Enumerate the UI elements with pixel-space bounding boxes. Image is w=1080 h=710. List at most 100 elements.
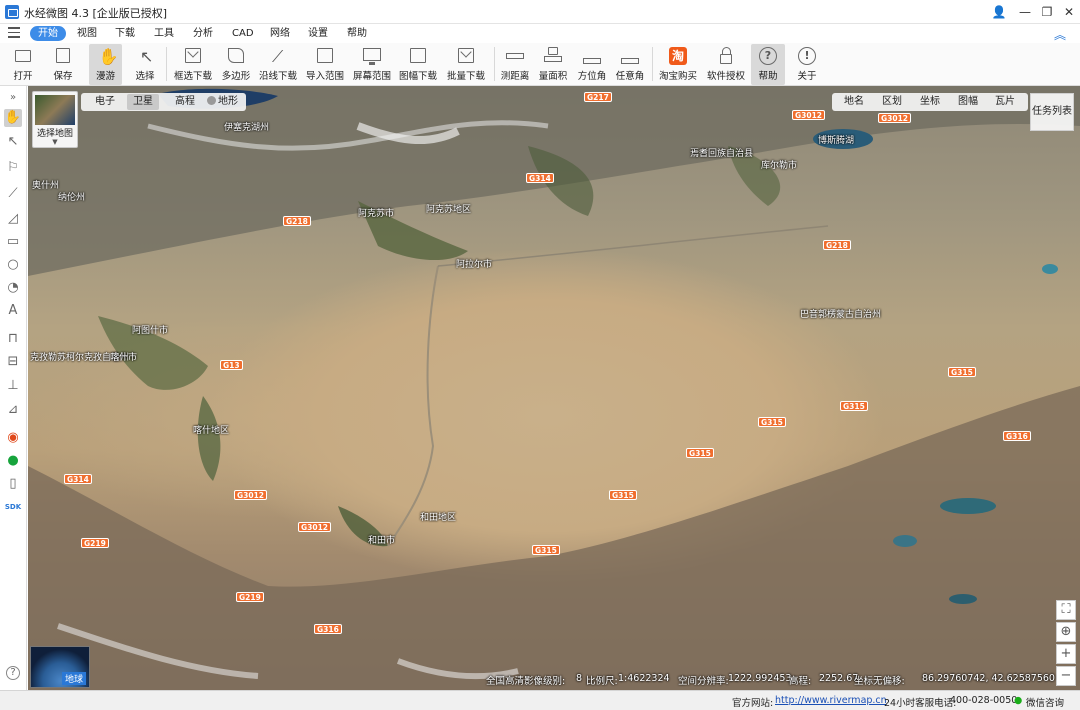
map-type-satellite[interactable]: 卫星	[127, 94, 159, 110]
resolution-label: 空间分辨率:	[678, 676, 729, 687]
ribbon-separator	[166, 47, 167, 81]
place-label: 奥什州	[32, 181, 60, 191]
polygon-download-button[interactable]: 多边形	[220, 44, 252, 85]
circle-tool-icon[interactable]: ○	[4, 256, 22, 274]
zoom-out-icon[interactable]: −	[1056, 666, 1076, 686]
map-canvas[interactable]: 伊塞克湖州 阿克苏市 阿克苏地区 阿拉尔市 阿图什市 克孜勒苏柯尔克孜自治州 喀…	[28, 86, 1080, 690]
sheet-download-label: 图幅下载	[398, 71, 437, 82]
mobile-icon[interactable]: ▯	[4, 475, 22, 493]
roam-button[interactable]: ✋ 漫游	[89, 44, 122, 85]
menu-network[interactable]: 网络	[262, 26, 298, 41]
about-button[interactable]: ! 关于	[792, 44, 822, 85]
rectangle-tool-icon[interactable]: ▭	[4, 233, 22, 251]
measure-tool-icon[interactable]: ⊓	[4, 330, 22, 348]
zoom-in-icon[interactable]: +	[1056, 644, 1076, 664]
hand-tool-icon[interactable]: ✋	[4, 109, 22, 127]
close-icon[interactable]: ✕	[1058, 2, 1080, 22]
any-angle-label: 任意角	[615, 71, 645, 82]
save-button[interactable]: 保存	[48, 44, 78, 85]
map-type-electronic[interactable]: 电子	[89, 94, 121, 110]
place-label: 阿克苏地区	[426, 205, 472, 215]
map-type-terrain-toggle[interactable]: 地形	[201, 94, 244, 110]
azimuth-tool-icon[interactable]: ⊥	[4, 377, 22, 395]
license-button[interactable]: 软件授权	[706, 44, 746, 85]
locate-icon[interactable]: ⊕	[1056, 622, 1076, 642]
measure-distance-button[interactable]: 测距离	[500, 44, 530, 85]
import-range-button[interactable]: 导入范围	[305, 44, 345, 85]
batch-download-button[interactable]: 批量下载	[446, 44, 486, 85]
wechat-consult-link[interactable]: 微信咨询	[1026, 695, 1064, 709]
azimuth-icon	[582, 46, 602, 66]
minimize-icon[interactable]: —	[1014, 2, 1036, 22]
menu-view[interactable]: 视图	[69, 26, 105, 41]
measure-area-label: 量面积	[538, 71, 568, 82]
any-angle-button[interactable]: 任意角	[615, 44, 645, 85]
measure-area-button[interactable]: 量面积	[538, 44, 568, 85]
hotline-label: 24小时客服电话:	[884, 698, 957, 709]
angle-tool-icon[interactable]: ⊿	[4, 401, 22, 419]
menu-analysis[interactable]: 分析	[185, 26, 221, 41]
help-icon: ?	[758, 46, 778, 66]
green-app-icon[interactable]: ●	[4, 452, 22, 470]
overlay-sheets[interactable]: 图幅	[958, 94, 978, 110]
road-shield: G13	[220, 360, 243, 370]
menu-help[interactable]: 帮助	[339, 26, 375, 41]
overlay-place-names[interactable]: 地名	[844, 94, 864, 110]
overlay-divisions[interactable]: 区划	[882, 94, 902, 110]
line-download-button[interactable]: ⟋ 沿线下载	[258, 44, 298, 85]
map-type-elevation[interactable]: 高程	[169, 94, 201, 110]
box-download-button[interactable]: 框选下载	[172, 44, 214, 85]
ribbon-toolbar: 打开 保存 ✋ 漫游 ↖ 选择 框选下载 多边形 ⟋ 沿线下载 导入范围 屏幕范…	[0, 43, 1080, 86]
pointer-tool-icon[interactable]: ↖	[4, 133, 22, 151]
sheet-download-button[interactable]: 图幅下载	[398, 44, 438, 85]
text-tool-icon[interactable]: A	[4, 302, 22, 320]
menu-tools[interactable]: 工具	[146, 26, 182, 41]
left-toolbar: » ✋ ↖ ⚐ ⟋ ◿ ▭ ○ ◔ A ⊓ ⊟ ⊥ ⊿ ◉ ● ▯ SDK	[0, 86, 27, 690]
collapse-ribbon-icon[interactable]: ︽	[1054, 26, 1066, 43]
sector-tool-icon[interactable]: ◔	[4, 279, 22, 297]
screen-range-button[interactable]: 屏幕范围	[352, 44, 392, 85]
open-button[interactable]: 打开	[8, 44, 38, 85]
ruler-icon	[505, 46, 525, 66]
overlay-coordinates[interactable]: 坐标	[920, 94, 940, 110]
level-label: 级别:	[543, 676, 566, 687]
menu-download[interactable]: 下载	[107, 26, 143, 41]
select-map-button[interactable]: 选择地图 ▼	[32, 91, 78, 148]
road-shield: G315	[840, 401, 868, 411]
place-label: 阿图什市	[132, 326, 169, 336]
fullscreen-icon[interactable]: ⛶	[1056, 600, 1076, 620]
taobao-buy-button[interactable]: 淘 淘宝购买	[658, 44, 698, 85]
user-icon[interactable]: 👤	[988, 2, 1010, 22]
sdk-icon[interactable]: SDK	[4, 498, 22, 516]
area-tool-icon[interactable]: ⊟	[4, 353, 22, 371]
folder-icon	[13, 46, 33, 66]
select-button[interactable]: ↖ 选择	[130, 44, 160, 85]
hamburger-menu-icon[interactable]	[8, 27, 20, 39]
open-label: 打开	[13, 71, 33, 82]
scale-value: 1:4622324	[618, 673, 670, 684]
restore-icon[interactable]: ❐	[1036, 2, 1058, 22]
road-shield: G218	[823, 240, 851, 250]
polygon-label: 多边形	[221, 71, 251, 82]
menu-settings[interactable]: 设置	[300, 26, 336, 41]
menu-cad[interactable]: CAD	[224, 26, 262, 41]
polyline-tool-icon[interactable]: ⟋	[4, 185, 22, 203]
place-label: 博斯腾湖	[818, 136, 855, 146]
save-label: 保存	[53, 71, 73, 82]
expand-icon[interactable]: »	[4, 89, 22, 107]
road-shield: G315	[948, 367, 976, 377]
overlay-tiles[interactable]: 瓦片	[995, 94, 1015, 110]
globe-view-button[interactable]: 地球	[30, 646, 90, 688]
menu-start[interactable]: 开始	[30, 26, 66, 41]
road-shield: G3012	[234, 490, 268, 500]
azimuth-button[interactable]: 方位角	[576, 44, 608, 85]
china-map-icon[interactable]: ◉	[4, 429, 22, 447]
help-button[interactable]: ? 帮助	[751, 44, 785, 85]
polygon-tool-icon[interactable]: ◿	[4, 210, 22, 228]
place-label: 阿克苏市	[358, 209, 395, 219]
road-shield: G316	[314, 624, 342, 634]
website-link[interactable]: http://www.rivermap.cn	[775, 695, 887, 706]
task-list-button[interactable]: 任务列表	[1030, 93, 1074, 131]
marker-tool-icon[interactable]: ⚐	[4, 159, 22, 177]
help-circle-icon[interactable]: ?	[6, 666, 20, 680]
